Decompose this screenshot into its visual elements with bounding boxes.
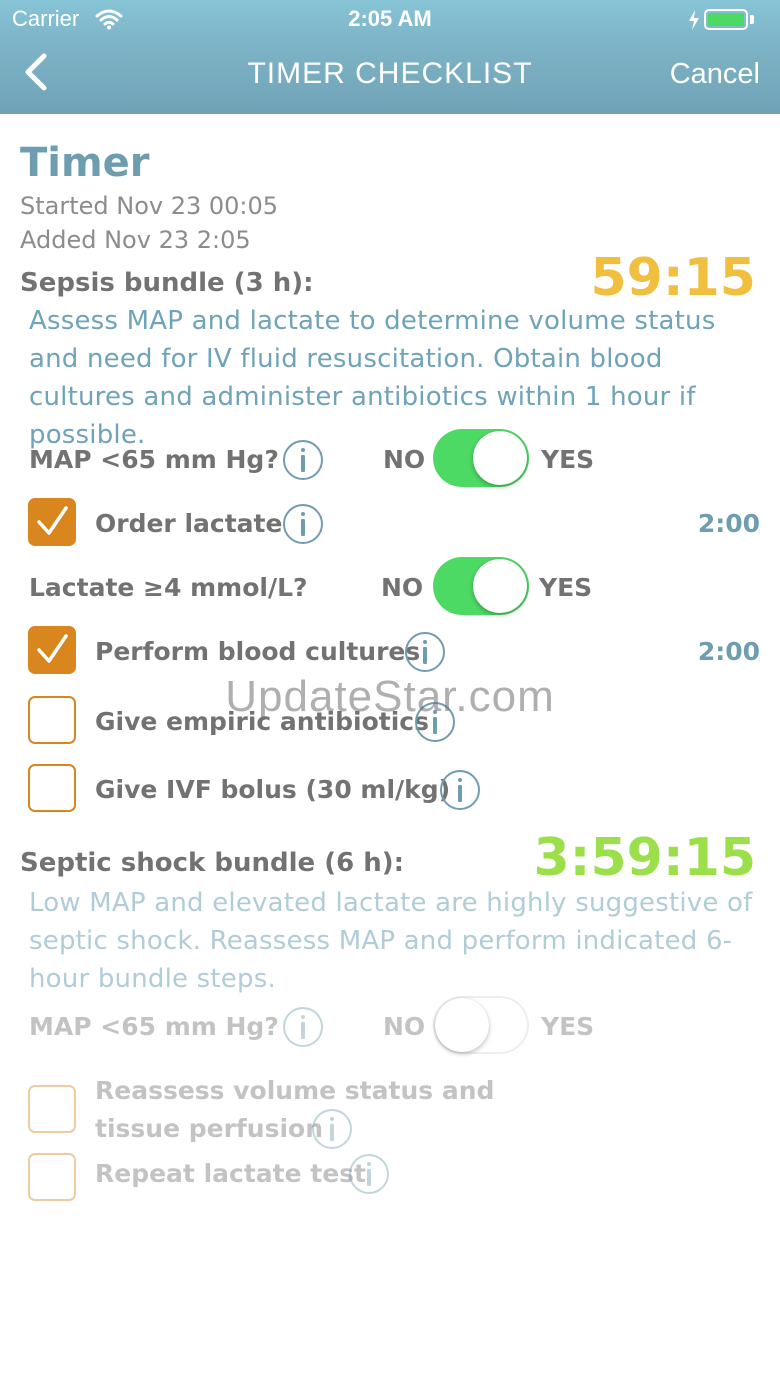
toggle-knob [473, 559, 527, 613]
checkmark-icon [37, 506, 68, 535]
toggle-knob [435, 998, 489, 1052]
septic-shock-description: Low MAP and elevated lactate are highly … [29, 888, 753, 994]
shock-map-no-label: NO [383, 1012, 426, 1041]
order-lactate-checkbox[interactable] [28, 498, 76, 546]
reassess-volume-checkbox[interactable] [28, 1085, 76, 1133]
shock-map-question-label: MAP <65 mm Hg? [29, 1012, 279, 1041]
map-question-label: MAP <65 mm Hg? [29, 445, 279, 474]
repeat-lactate-info-icon[interactable] [349, 1154, 389, 1194]
lactate-no-label: NO [381, 573, 424, 602]
page-title: TIMER CHECKLIST [247, 57, 533, 90]
shock-map-info-icon[interactable] [283, 1007, 323, 1047]
started-date: Started Nov 23 00:05 [20, 192, 279, 220]
map-info-icon[interactable] [283, 440, 323, 480]
reassess-volume-label-line2: tissue perfusion [95, 1114, 324, 1143]
ivf-bolus-checkbox[interactable] [28, 764, 76, 812]
lactate-toggle[interactable] [433, 557, 529, 615]
status-bar: Carrier 2:05 AM [0, 0, 780, 40]
lactate-question-label: Lactate ≥4 mmol/L? [29, 573, 308, 602]
blood-cultures-time: 2:00 [697, 637, 760, 666]
shock-map-yes-label: YES [541, 1012, 595, 1041]
repeat-lactate-checkbox[interactable] [28, 1153, 76, 1201]
lactate-yes-label: YES [539, 573, 593, 602]
ivf-bolus-label: Give IVF bolus (30 ml/kg) [95, 775, 451, 804]
ivf-bolus-info-icon[interactable] [440, 770, 480, 810]
reassess-volume-label-line1: Reassess volume status and [95, 1076, 495, 1105]
nav-bar: TIMER CHECKLIST Cancel [0, 40, 780, 114]
order-lactate-info-icon[interactable] [283, 504, 323, 544]
blood-cultures-info-icon[interactable] [405, 632, 445, 672]
reassess-volume-info-icon[interactable] [312, 1109, 352, 1149]
battery-icon [704, 9, 748, 30]
septic-shock-countdown: 3:59:15 [533, 828, 757, 888]
shock-map-toggle[interactable] [433, 996, 529, 1054]
watermark: UpdateStar.com [225, 672, 555, 721]
order-lactate-label: Order lactate [95, 509, 283, 538]
septic-shock-title: Septic shock bundle (6 h): [20, 848, 405, 878]
added-date: Added Nov 23 2:05 [20, 226, 251, 254]
toggle-knob [473, 431, 527, 485]
order-lactate-time: 2:00 [697, 509, 760, 538]
sepsis-bundle-description: Assess MAP and lactate to determine volu… [29, 306, 716, 450]
checkmark-icon [37, 634, 68, 663]
sepsis-bundle-countdown: 59:15 [590, 248, 756, 308]
charging-icon [689, 10, 699, 30]
blood-cultures-checkbox[interactable] [28, 626, 76, 674]
top-bar: Carrier 2:05 AM TIMER CHECKLIST Cancel [0, 0, 780, 114]
map-no-label: NO [383, 445, 426, 474]
sepsis-bundle-title: Sepsis bundle (3 h): [20, 268, 314, 298]
map-yes-label: YES [541, 445, 595, 474]
timer-title: Timer [20, 140, 150, 186]
cancel-button[interactable]: Cancel [670, 58, 760, 91]
status-time: 2:05 AM [348, 6, 432, 31]
map-toggle[interactable] [433, 429, 529, 487]
battery-nub [750, 15, 754, 24]
repeat-lactate-label: Repeat lactate test [95, 1159, 367, 1188]
blood-cultures-label: Perform blood cultures [95, 637, 421, 666]
